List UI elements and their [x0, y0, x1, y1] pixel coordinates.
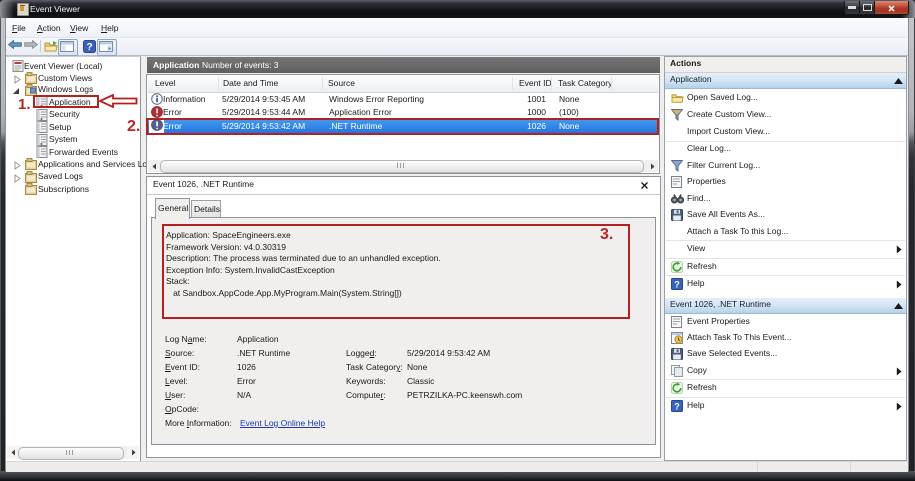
svg-text:?: ? — [86, 42, 92, 53]
svg-text:?: ? — [674, 279, 680, 289]
svg-text:?: ? — [674, 401, 680, 411]
